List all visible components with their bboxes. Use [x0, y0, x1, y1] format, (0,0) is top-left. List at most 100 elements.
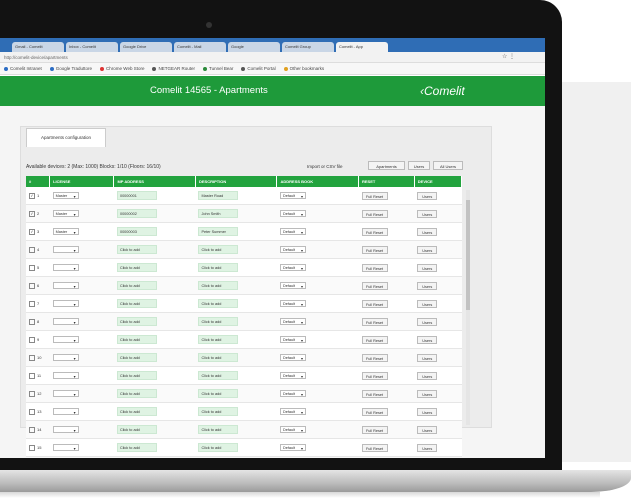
users-row-button[interactable]: Users	[417, 281, 438, 290]
license-select[interactable]: Master ▾	[52, 210, 79, 217]
address-book-select[interactable]: Default ▾	[279, 408, 306, 415]
row-checkbox[interactable]: ✓	[29, 228, 35, 235]
license-select[interactable]: ▾	[52, 299, 79, 307]
license-select[interactable]: ▾	[52, 317, 79, 325]
browser-tab[interactable]: Google Drive	[120, 42, 172, 52]
users-row-button[interactable]: Users	[417, 407, 438, 416]
address-book-select[interactable]: Default ▾	[279, 300, 306, 307]
users-row-button[interactable]: Users	[417, 227, 438, 236]
users-row-button[interactable]: Users	[417, 245, 438, 254]
full-reset-button[interactable]: Full Reset	[361, 425, 388, 434]
license-select[interactable]: ▾	[52, 245, 79, 253]
row-checkbox[interactable]	[29, 300, 35, 307]
row-checkbox[interactable]	[29, 408, 35, 415]
description-field[interactable]: Click to add	[198, 281, 239, 290]
browser-tab[interactable]: Comelit - App	[336, 42, 388, 52]
mp-address-field[interactable]: Click to add	[116, 389, 157, 398]
mp-address-field[interactable]: Click to add	[116, 317, 157, 326]
bookmark-item[interactable]: Tunnel Bear	[203, 66, 233, 71]
license-select[interactable]: ▾	[52, 335, 79, 343]
mp-address-field[interactable]: Click to add	[116, 335, 157, 344]
row-checkbox[interactable]	[29, 372, 35, 379]
license-select[interactable]: Master ▾	[52, 228, 79, 235]
mp-address-field[interactable]: Click to add	[116, 425, 157, 434]
address-book-select[interactable]: Default ▾	[279, 192, 306, 199]
browser-tab[interactable]: Comelit - Mail	[174, 42, 226, 52]
users-row-button[interactable]: Users	[417, 425, 438, 434]
description-field[interactable]: Click to add	[198, 389, 239, 398]
row-checkbox[interactable]	[29, 444, 35, 451]
users-row-button[interactable]: Users	[417, 371, 438, 380]
mp-address-field[interactable]: Click to add	[116, 281, 157, 290]
full-reset-button[interactable]: Full Reset	[361, 245, 388, 254]
license-select[interactable]: ▾	[52, 263, 79, 271]
users-row-button[interactable]: Users	[417, 209, 438, 218]
full-reset-button[interactable]: Full Reset	[361, 389, 388, 398]
license-select[interactable]: ▾	[52, 443, 79, 451]
row-checkbox[interactable]	[29, 246, 35, 253]
description-field[interactable]: Click to add	[198, 371, 239, 380]
full-reset-button[interactable]: Full Reset	[361, 263, 388, 272]
address-book-select[interactable]: Default ▾	[279, 210, 306, 217]
row-checkbox[interactable]	[29, 426, 35, 433]
address-book-select[interactable]: Default ▾	[279, 390, 306, 397]
description-field[interactable]: Click to add	[198, 425, 239, 434]
row-checkbox[interactable]: ✓	[29, 192, 35, 199]
mp-address-field[interactable]: Click to add	[116, 443, 157, 452]
license-select[interactable]: ▾	[52, 425, 79, 433]
address-book-select[interactable]: Default ▾	[279, 372, 306, 379]
license-select[interactable]: ▾	[52, 389, 79, 397]
description-field[interactable]: Click to add	[198, 245, 239, 254]
full-reset-button[interactable]: Full Reset	[361, 335, 388, 344]
browser-tab[interactable]: Google	[228, 42, 280, 52]
address-book-select[interactable]: Default ▾	[279, 282, 306, 289]
full-reset-button[interactable]: Full Reset	[361, 407, 388, 416]
users-row-button[interactable]: Users	[417, 353, 438, 362]
row-checkbox[interactable]	[29, 354, 35, 361]
users-row-button[interactable]: Users	[417, 389, 438, 398]
full-reset-button[interactable]: Full Reset	[361, 191, 388, 200]
license-select[interactable]: ▾	[52, 407, 79, 415]
license-select[interactable]: ▾	[52, 281, 79, 289]
bookmark-item[interactable]: Chrome Web Store	[100, 66, 144, 71]
address-book-select[interactable]: Default ▾	[279, 336, 306, 343]
users-row-button[interactable]: Users	[417, 263, 438, 272]
row-checkbox[interactable]	[29, 282, 35, 289]
address-book-select[interactable]: Default ▾	[279, 246, 306, 253]
bookmark-item[interactable]: Other bookmarks	[283, 66, 324, 71]
all-users-button[interactable]: All Users	[433, 161, 463, 170]
browser-tab[interactable]: Comelit Group	[282, 42, 334, 52]
full-reset-button[interactable]: Full Reset	[361, 281, 388, 290]
apartments-button[interactable]: Apartments	[368, 161, 405, 170]
users-row-button[interactable]: Users	[417, 335, 438, 344]
description-field[interactable]: Click to add	[198, 353, 239, 362]
full-reset-button[interactable]: Full Reset	[361, 299, 388, 308]
mp-address-field[interactable]: Click to add	[116, 299, 157, 308]
license-select[interactable]: Master ▾	[52, 192, 79, 199]
row-checkbox[interactable]	[29, 336, 35, 343]
description-field[interactable]: John Smith	[198, 209, 239, 218]
full-reset-button[interactable]: Full Reset	[361, 371, 388, 380]
scrollbar-thumb[interactable]	[466, 200, 470, 310]
description-field[interactable]: Click to add	[198, 317, 239, 326]
address-book-select[interactable]: Default ▾	[279, 264, 306, 271]
address-bar[interactable]: http://comelit-device/apartments ☆ ⋮	[0, 52, 545, 63]
mp-address-field[interactable]: Click to add	[116, 245, 157, 254]
description-field[interactable]: Click to add	[198, 335, 239, 344]
browser-tab[interactable]: Gmail - Comelit	[12, 42, 64, 52]
tab-apartments-configuration[interactable]: Apartments configuration	[26, 128, 106, 147]
browser-tab[interactable]: Inbox - Comelit	[66, 42, 118, 52]
bookmark-item[interactable]: Comelit Portal	[241, 66, 276, 71]
address-book-select[interactable]: Default ▾	[279, 354, 306, 361]
users-row-button[interactable]: Users	[417, 317, 438, 326]
row-checkbox[interactable]	[29, 264, 35, 271]
address-book-select[interactable]: Default ▾	[279, 444, 306, 451]
bookmark-item[interactable]: Comelit Intranet	[4, 66, 42, 71]
row-checkbox[interactable]	[29, 318, 35, 325]
users-row-button[interactable]: Users	[417, 443, 438, 452]
license-select[interactable]: ▾	[52, 371, 79, 379]
full-reset-button[interactable]: Full Reset	[361, 227, 388, 236]
description-field[interactable]: Master Road	[198, 191, 239, 200]
bookmark-item[interactable]: Google Traduttore	[49, 66, 92, 71]
row-checkbox[interactable]: ✓	[29, 210, 35, 217]
